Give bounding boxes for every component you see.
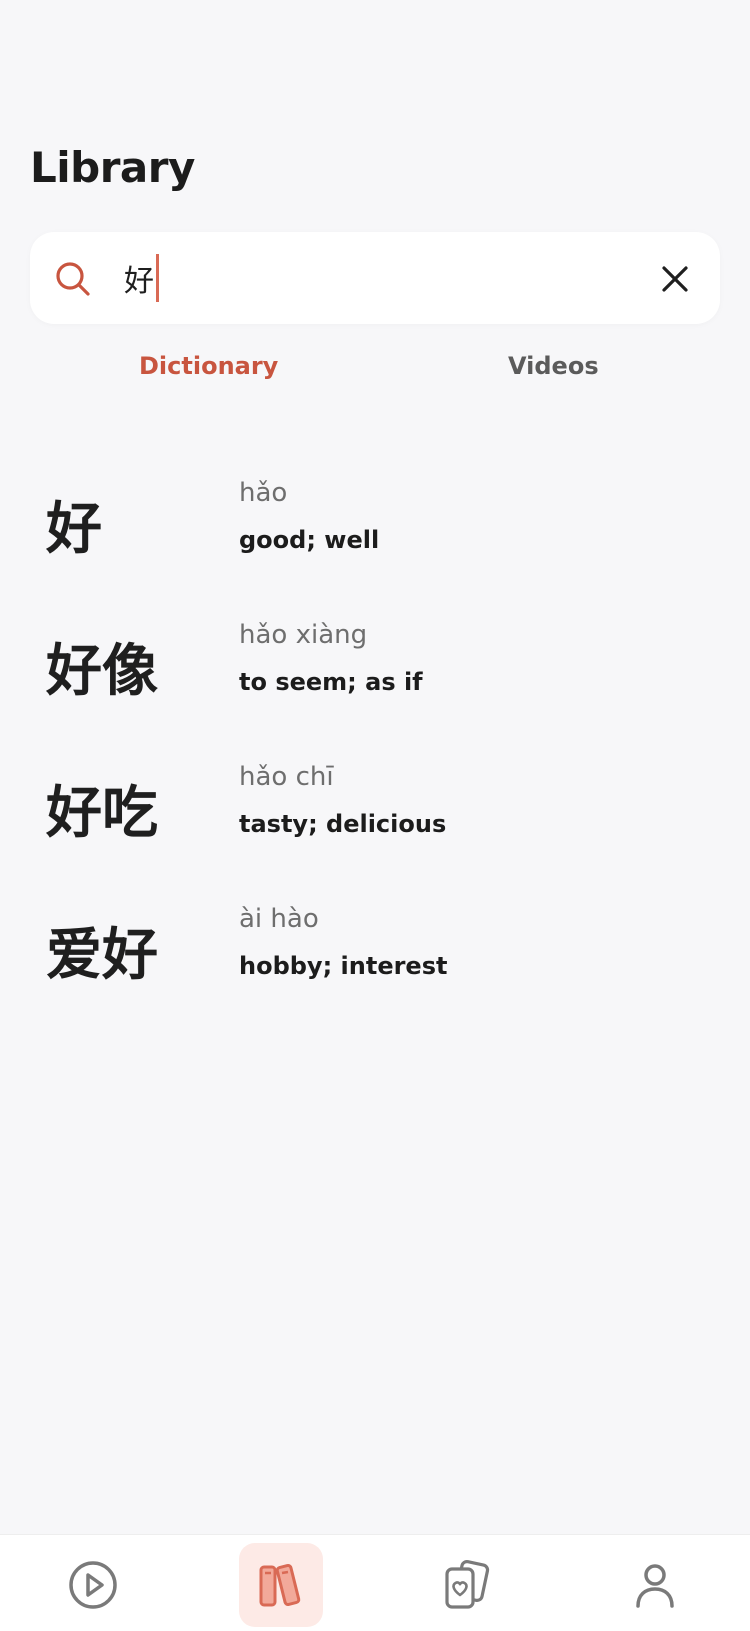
search-icon — [56, 262, 90, 296]
bottom-navigation — [0, 1534, 750, 1631]
tab-dictionary[interactable]: Dictionary — [139, 352, 278, 380]
flashcards-icon — [445, 1560, 490, 1609]
close-icon[interactable] — [658, 262, 692, 296]
result-pinyin: hǎo xiàng — [239, 620, 368, 650]
search-bar[interactable]: 好 — [30, 232, 720, 324]
result-pinyin: ài hào — [239, 904, 319, 934]
list-item[interactable]: 爱好 ài hào hobby; interest — [0, 896, 750, 1038]
result-hanzi: 好吃 — [46, 781, 158, 846]
nav-flashcards[interactable] — [425, 1543, 509, 1627]
page-title: Library — [30, 143, 195, 192]
result-definition: to seem; as if — [239, 668, 423, 696]
tab-bar: Dictionary Videos — [0, 352, 750, 402]
search-input[interactable]: 好 — [124, 250, 159, 306]
play-circle-icon — [69, 1561, 117, 1609]
result-hanzi: 好像 — [46, 639, 158, 704]
profile-icon — [636, 1564, 674, 1608]
tab-videos[interactable]: Videos — [508, 352, 599, 380]
list-item[interactable]: 好 hǎo good; well — [0, 470, 750, 612]
result-hanzi: 好 — [46, 497, 102, 562]
result-pinyin: hǎo chī — [239, 762, 334, 792]
result-definition: good; well — [239, 526, 380, 554]
text-caret — [156, 254, 159, 302]
result-definition: hobby; interest — [239, 952, 448, 980]
result-hanzi: 爱好 — [46, 923, 158, 988]
nav-profile[interactable] — [613, 1543, 697, 1627]
nav-library[interactable] — [239, 1543, 323, 1627]
result-definition: tasty; delicious — [239, 810, 447, 838]
library-screen: Library 好 Dictionary Videos 好 hǎo good; … — [0, 0, 750, 1631]
list-item[interactable]: 好吃 hǎo chī tasty; delicious — [0, 754, 750, 896]
results-list: 好 hǎo good; well 好像 hǎo xiàng to seem; a… — [0, 470, 750, 1038]
result-pinyin: hǎo — [239, 478, 288, 508]
list-item[interactable]: 好像 hǎo xiàng to seem; as if — [0, 612, 750, 754]
search-input-value: 好 — [124, 264, 154, 299]
nav-videos[interactable] — [51, 1543, 135, 1627]
books-icon — [259, 1564, 301, 1607]
